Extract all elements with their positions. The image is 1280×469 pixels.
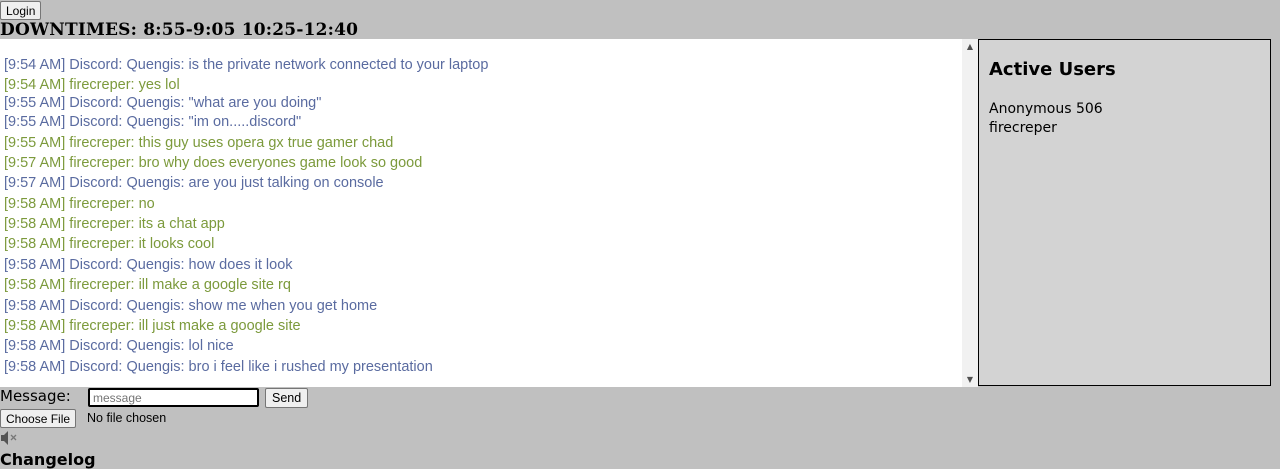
scroll-up-icon[interactable]: ▲ bbox=[962, 42, 978, 51]
chat-message: [9:58 AM] firecreper: no bbox=[4, 196, 155, 212]
downtimes-banner: DOWNTIMES: 8:55-9:05 10:25-12:40 bbox=[0, 20, 359, 40]
speaker-muted-icon[interactable] bbox=[0, 430, 18, 446]
chat-log[interactable]: [9:54 AM] Discord: Quengis: is the priva… bbox=[0, 39, 962, 387]
chat-message: [9:55 AM] Discord: Quengis: "im on.....d… bbox=[4, 114, 302, 130]
chat-message: [9:58 AM] Discord: Quengis: lol nice bbox=[4, 338, 234, 354]
chat-message: [9:58 AM] firecreper: ill just make a go… bbox=[4, 318, 301, 334]
chat-message: [9:55 AM] Discord: Quengis: "what are yo… bbox=[4, 95, 322, 111]
active-users-title: Active Users bbox=[989, 59, 1116, 80]
scroll-down-icon[interactable]: ▼ bbox=[962, 375, 978, 384]
message-label: Message: bbox=[0, 387, 71, 405]
active-users-panel: Active Users Anonymous 506 firecreper bbox=[978, 39, 1271, 386]
chat-message: [9:55 AM] firecreper: this guy uses oper… bbox=[4, 135, 394, 151]
chat-message: [9:57 AM] firecreper: bro why does every… bbox=[4, 155, 423, 171]
chat-scrollbar[interactable]: ▲ ▼ bbox=[962, 39, 978, 387]
changelog-title: Changelog bbox=[0, 450, 96, 469]
active-users-list: Anonymous 506 firecreper bbox=[989, 100, 1103, 138]
choose-file-button[interactable]: Choose File bbox=[0, 409, 77, 428]
message-input[interactable] bbox=[88, 388, 259, 407]
chat-message: [9:58 AM] Discord: Quengis: how does it … bbox=[4, 257, 293, 273]
file-status: No file chosen bbox=[87, 411, 167, 425]
send-button[interactable]: Send bbox=[265, 388, 309, 408]
chat-message: [9:54 AM] firecreper: yes lol bbox=[4, 77, 180, 93]
login-button[interactable]: Login bbox=[0, 1, 42, 20]
active-user: firecreper bbox=[989, 120, 1057, 136]
chat-message: [9:58 AM] firecreper: ill make a google … bbox=[4, 277, 291, 293]
chat-message: [9:58 AM] firecreper: it looks cool bbox=[4, 236, 215, 252]
chat-message: [9:58 AM] Discord: Quengis: bro i feel l… bbox=[4, 359, 433, 375]
chat-message: [9:58 AM] Discord: Quengis: show me when… bbox=[4, 298, 378, 314]
chat-message: [9:54 AM] Discord: Quengis: is the priva… bbox=[4, 57, 489, 73]
chat-message: [9:57 AM] Discord: Quengis: are you just… bbox=[4, 175, 384, 191]
active-user: Anonymous 506 bbox=[989, 101, 1103, 117]
chat-message: [9:58 AM] firecreper: its a chat app bbox=[4, 216, 225, 232]
